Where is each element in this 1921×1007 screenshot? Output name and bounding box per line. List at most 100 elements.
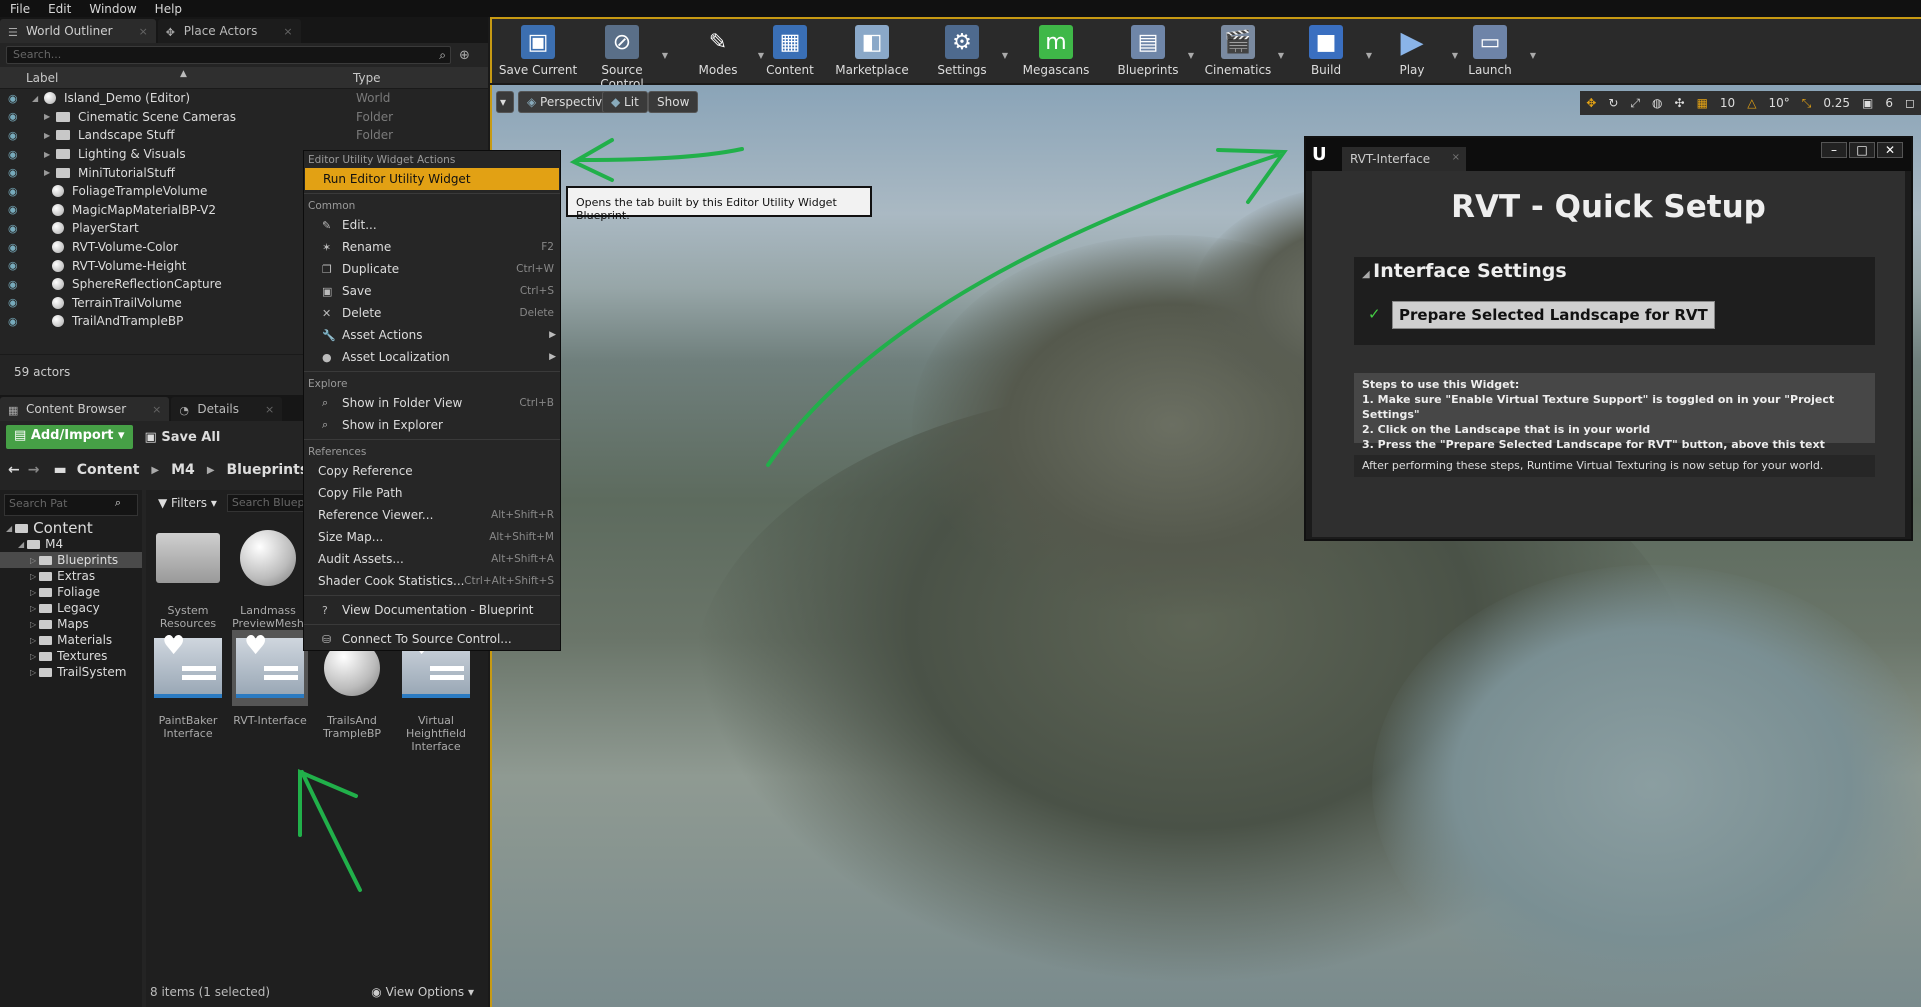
rotation-snap-value[interactable]: 10°	[1762, 96, 1795, 110]
asset-actions-item[interactable]: 🔧 Asset Actions ▶	[304, 324, 560, 346]
content-button[interactable]: ▦ Content	[748, 25, 832, 77]
menu-edit[interactable]: Edit	[48, 2, 71, 16]
eye-icon[interactable]: ◉	[0, 129, 18, 142]
marketplace-button[interactable]: ◧ Marketplace	[830, 25, 914, 77]
save-item[interactable]: ▣ Save Ctrl+S	[304, 280, 560, 302]
view-documentation-item[interactable]: ? View Documentation - Blueprint	[304, 599, 560, 621]
launch-button[interactable]: ▭ Launch ▼	[1448, 25, 1536, 77]
eye-icon[interactable]: ◉	[0, 259, 18, 272]
outliner-row[interactable]: ◉ ▶ Cinematic Scene Cameras Folder	[0, 108, 488, 127]
expand-right-icon[interactable]: ▶	[44, 168, 52, 177]
add-import-button[interactable]: ▤ Add/Import ▾	[6, 425, 133, 449]
grid-snap-icon[interactable]: ▦	[1691, 96, 1714, 110]
eye-icon[interactable]: ◉	[0, 203, 18, 216]
back-arrow-icon[interactable]: ←	[8, 462, 20, 478]
minimize-icon[interactable]: –	[1821, 142, 1847, 158]
maximize-icon[interactable]: ◻	[1899, 96, 1921, 110]
delete-item[interactable]: ✕ Delete Delete	[304, 302, 560, 324]
outliner-row[interactable]: ◉ ◢ Island_Demo (Editor) World	[0, 89, 488, 108]
eye-icon[interactable]: ◉	[0, 315, 18, 328]
outliner-search-input[interactable]: Search... ⌕	[6, 46, 451, 64]
maximize-icon[interactable]: □	[1849, 142, 1875, 158]
expand-right-icon[interactable]: ▶	[44, 112, 52, 121]
asset-tile[interactable]: Landmass PreviewMesh	[230, 520, 306, 630]
dropdown-icon[interactable]: ▼	[1188, 51, 1194, 60]
rename-item[interactable]: ✶ Rename F2	[304, 236, 560, 258]
column-type[interactable]: Type	[345, 71, 381, 85]
expand-right-icon[interactable]: ▷	[30, 588, 36, 597]
rotate-icon[interactable]: ↻	[1602, 96, 1624, 110]
expand-down-icon[interactable]: ◢	[18, 540, 24, 549]
forward-arrow-icon[interactable]: →	[28, 462, 40, 478]
grid-snap-value[interactable]: 10	[1714, 96, 1741, 110]
tree-item[interactable]: ▷ Maps	[0, 616, 142, 632]
audit-assets-item[interactable]: Audit Assets... Alt+Shift+A	[304, 548, 560, 570]
rotation-snap-icon[interactable]: △	[1741, 96, 1762, 110]
eye-icon[interactable]: ◉	[0, 296, 18, 309]
connect-source-control-item[interactable]: ⛁ Connect To Source Control...	[304, 628, 560, 650]
breadcrumb-blueprints[interactable]: Blueprints	[227, 462, 309, 478]
source-control-button[interactable]: ⊘ Source Control ▼	[580, 25, 668, 91]
tree-item[interactable]: ▷ Foliage	[0, 584, 142, 600]
camera-speed-value[interactable]: 6	[1879, 96, 1899, 110]
expand-down-icon[interactable]: ◢	[32, 94, 40, 103]
copy-file-path-item[interactable]: Copy File Path	[304, 482, 560, 504]
asset-tile[interactable]: PaintBaker Interface	[150, 630, 226, 740]
tab-rvt-interface[interactable]: RVT-Interface ×	[1342, 147, 1466, 171]
megascans-button[interactable]: m Megascans	[1014, 25, 1098, 77]
run-editor-utility-widget-item[interactable]: Run Editor Utility Widget	[305, 168, 559, 190]
eye-icon[interactable]: ◉	[0, 110, 18, 123]
tab-content-browser[interactable]: ▦ Content Browser ×	[0, 397, 170, 421]
column-label[interactable]: Label ▲	[0, 69, 345, 85]
menu-window[interactable]: Window	[89, 2, 136, 16]
close-icon[interactable]: ✕	[1877, 142, 1903, 158]
asset-tile[interactable]: System Resources	[150, 520, 226, 630]
scale-icon[interactable]: ⤢	[1624, 96, 1646, 111]
tree-item[interactable]: ▷ Extras	[0, 568, 142, 584]
window-titlebar[interactable]: U RVT-Interface × – □ ✕	[1306, 138, 1911, 171]
translate-icon[interactable]: ✥	[1580, 96, 1602, 110]
reference-viewer-item[interactable]: Reference Viewer... Alt+Shift+R	[304, 504, 560, 526]
size-map-item[interactable]: Size Map... Alt+Shift+M	[304, 526, 560, 548]
eye-icon[interactable]: ◉	[0, 166, 18, 179]
world-icon[interactable]: ◍	[1646, 96, 1668, 110]
search-paths-input[interactable]: Search Pat ⌕	[4, 494, 138, 516]
camera-speed-icon[interactable]: ▣	[1856, 96, 1879, 110]
tab-place-actors[interactable]: ✥ Place Actors ×	[157, 19, 301, 43]
eye-icon[interactable]: ◉	[0, 185, 18, 198]
tree-item[interactable]: ▷ Textures	[0, 648, 142, 664]
breadcrumb-content[interactable]: Content	[77, 462, 140, 478]
tree-item[interactable]: ▷ Materials	[0, 632, 142, 648]
settings-button[interactable]: ⚙ Settings ▼	[920, 25, 1008, 77]
dropdown-icon[interactable]: ▼	[662, 51, 668, 60]
build-button[interactable]: ■ Build ▼	[1284, 25, 1372, 77]
play-button[interactable]: ▶ Play ▼	[1370, 25, 1458, 78]
surface-snap-icon[interactable]: ✣	[1669, 96, 1691, 110]
copy-reference-item[interactable]: Copy Reference	[304, 460, 560, 482]
eye-icon[interactable]: ◉	[0, 92, 18, 105]
expand-down-icon[interactable]: ◢	[6, 524, 12, 533]
scale-snap-value[interactable]: 0.25	[1817, 96, 1856, 110]
tree-item[interactable]: ▷ TrailSystem	[0, 664, 142, 680]
expand-right-icon[interactable]: ▷	[30, 572, 36, 581]
cinematics-button[interactable]: 🎬 Cinematics ▼	[1196, 25, 1284, 77]
menu-help[interactable]: Help	[155, 2, 182, 16]
view-options-button[interactable]: ◉ View Options ▾	[371, 985, 474, 999]
viewport-options-dropdown[interactable]: ▾	[496, 91, 514, 113]
add-folder-icon[interactable]: ⊕	[459, 48, 470, 63]
tab-world-outliner[interactable]: ☰ World Outliner ×	[0, 19, 156, 43]
expand-right-icon[interactable]: ▷	[30, 556, 36, 565]
save-all-button[interactable]: ▣ Save All	[145, 430, 221, 445]
close-icon[interactable]: ×	[265, 403, 274, 416]
show-in-explorer-item[interactable]: ⌕ Show in Explorer	[304, 414, 560, 436]
tab-details[interactable]: ◔ Details ×	[171, 397, 283, 421]
breadcrumb-m4[interactable]: M4	[171, 462, 195, 478]
duplicate-item[interactable]: ❐ Duplicate Ctrl+W	[304, 258, 560, 280]
save-current-button[interactable]: ▣ Save Current	[496, 25, 580, 77]
asset-tile-selected[interactable]: RVT-Interface	[232, 630, 308, 727]
eye-icon[interactable]: ◉	[0, 222, 18, 235]
close-icon[interactable]: ×	[152, 403, 161, 416]
expand-right-icon[interactable]: ▷	[30, 620, 36, 629]
expand-right-icon[interactable]: ▷	[30, 636, 36, 645]
filters-button[interactable]: ▼ Filters ▾	[158, 496, 217, 510]
